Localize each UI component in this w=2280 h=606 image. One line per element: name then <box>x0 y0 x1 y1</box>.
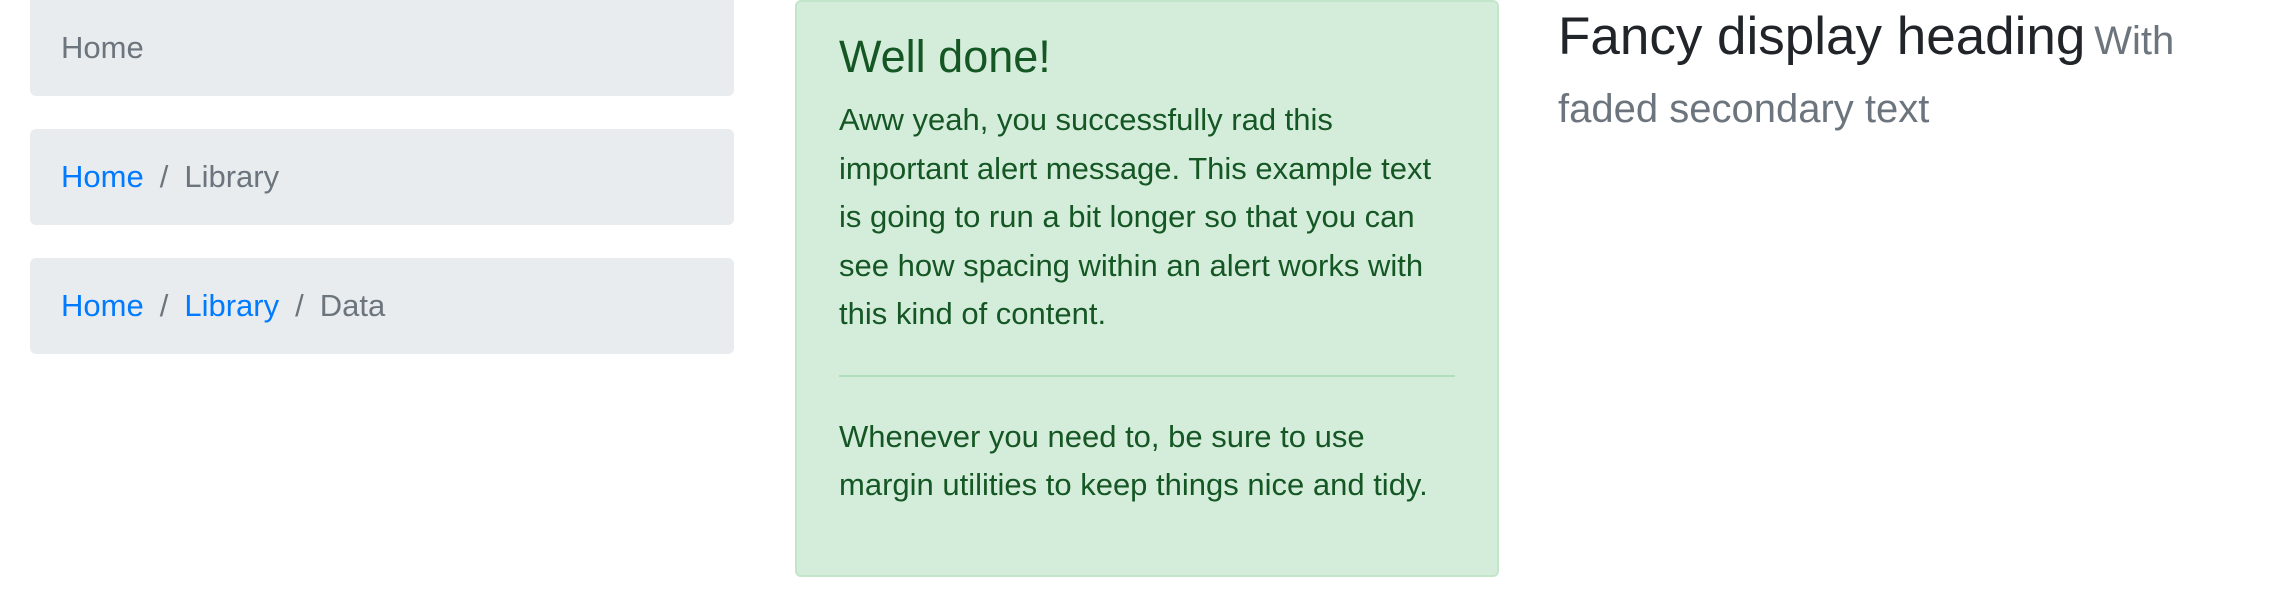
breadcrumb-home-library-data: Home / Library / Data <box>30 258 734 354</box>
display-heading-main: Fancy display heading <box>1558 7 2086 66</box>
breadcrumb-home: Home <box>30 0 734 96</box>
breadcrumb-separator: / <box>159 159 169 194</box>
page: Home Home / Library Home / Library / Dat… <box>0 0 2280 606</box>
breadcrumb-link-home[interactable]: Home <box>61 288 144 324</box>
breadcrumb-link-home[interactable]: Home <box>61 159 144 195</box>
breadcrumb-item-data-active: Data <box>319 288 386 323</box>
alert-heading: Well done! <box>839 31 1051 82</box>
breadcrumb-link-library[interactable]: Library <box>184 288 279 324</box>
success-alert: Well done! Aww yeah, you successfully ra… <box>795 0 1499 577</box>
breadcrumb-item-home-active: Home <box>61 30 144 65</box>
display-heading: Fancy display heading With faded seconda… <box>1558 4 2258 144</box>
alert-footer-text: Whenever you need to, be sure to use mar… <box>839 418 1428 503</box>
breadcrumb-separator: / <box>159 288 169 323</box>
breadcrumb-separator: / <box>295 288 304 323</box>
breadcrumb-home-library: Home / Library <box>30 129 734 225</box>
breadcrumb-item-library-active: Library <box>184 159 280 194</box>
breadcrumb-column: Home Home / Library Home / Library / Dat… <box>30 0 734 387</box>
alert-divider <box>839 374 1455 377</box>
alert-body-text: Aww yeah, you successfully rad this impo… <box>839 102 1432 331</box>
